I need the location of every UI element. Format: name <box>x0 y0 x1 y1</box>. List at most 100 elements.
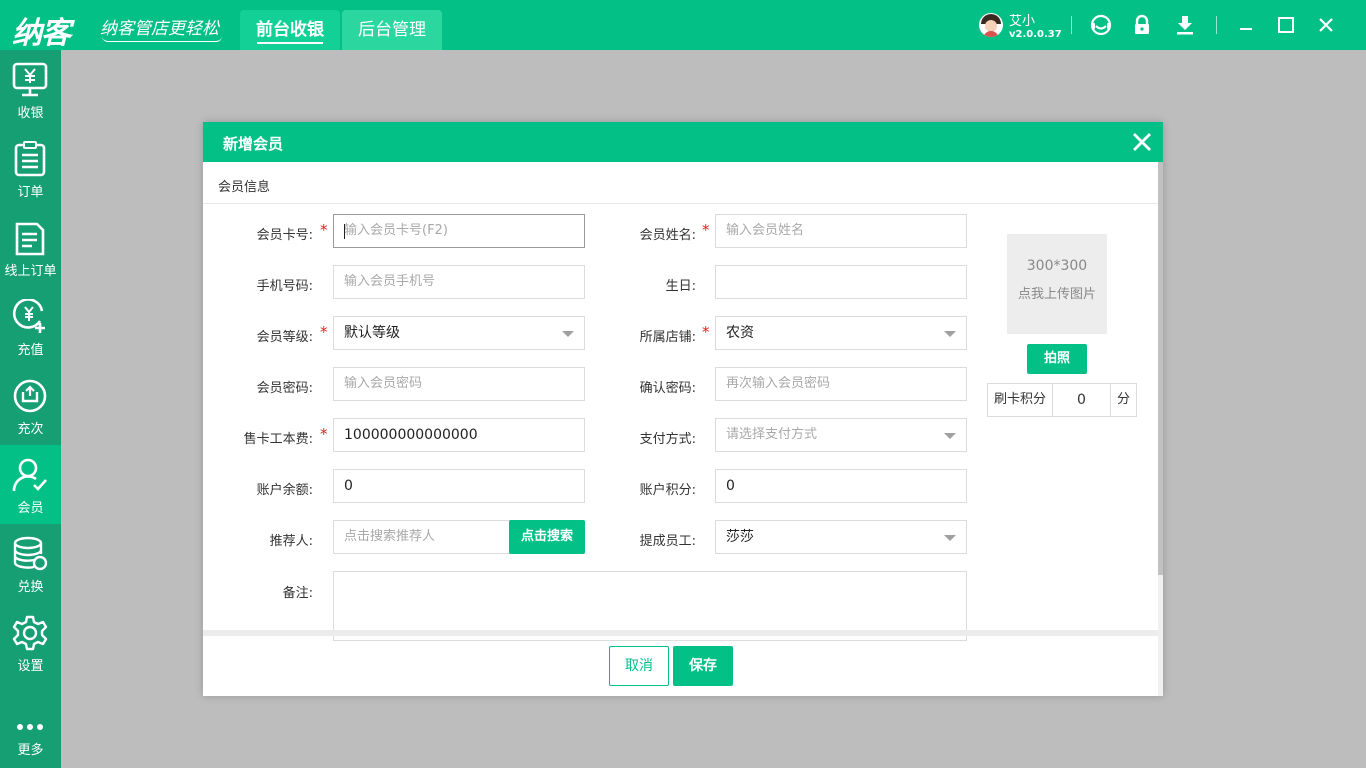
add-member-dialog: 新增会员 会员信息 会员卡号: * 输入会员卡号(F2) 会员姓名: * 输入会… <box>203 122 1163 696</box>
maximize-icon[interactable] <box>1274 13 1298 37</box>
sidebar-item-label: 充值 <box>17 343 44 358</box>
sidebar-item-settings[interactable]: 设置 <box>0 603 61 682</box>
sidebar-item-recharge[interactable]: 充值 <box>0 287 61 366</box>
member-level-select[interactable]: 默认等级 <box>333 316 585 350</box>
sidebar-item-more[interactable]: 更多 <box>0 689 61 768</box>
member-icon <box>12 458 47 492</box>
sidebar-item-label: 收银 <box>17 106 44 121</box>
sidebar-item-label: 订单 <box>17 185 44 200</box>
member-name-placeholder: 输入会员姓名 <box>726 223 805 238</box>
phone-input[interactable]: 输入会员手机号 <box>333 265 585 299</box>
payment-placeholder: 请选择支付方式 <box>726 427 818 442</box>
birthday-label: 生日: <box>665 279 696 294</box>
store-select[interactable]: 农资 <box>715 316 967 350</box>
birthday-input[interactable] <box>715 265 967 299</box>
password-placeholder: 输入会员密码 <box>344 376 423 391</box>
required-mark: * <box>702 221 710 239</box>
download-icon[interactable] <box>1173 13 1197 37</box>
confirm-password-input[interactable]: 再次输入会员密码 <box>715 367 967 401</box>
balance-input[interactable]: 0 <box>333 469 585 503</box>
exchange-icon <box>13 536 48 571</box>
chevron-down-icon <box>944 433 956 439</box>
sidebar-item-cashier[interactable]: 收银 <box>0 50 61 129</box>
points-value: 0 <box>726 478 735 494</box>
sidebar-item-order[interactable]: 订单 <box>0 129 61 208</box>
tab-front-cashier[interactable]: 前台收银 <box>240 10 340 50</box>
staff-select[interactable]: 莎莎 <box>715 520 967 554</box>
sidebar-item-label: 更多 <box>17 743 44 758</box>
recharge-times-icon <box>13 379 47 413</box>
online-order-icon <box>15 222 45 256</box>
user-avatar[interactable] <box>979 13 1003 37</box>
tab-backend-admin[interactable]: 后台管理 <box>342 10 442 50</box>
photo-upload[interactable]: 300*300 点我上传图片 <box>1007 234 1107 334</box>
section-title: 会员信息 <box>218 180 271 195</box>
recharge-icon <box>12 299 45 333</box>
user-name: 艾小 <box>1009 14 1036 29</box>
order-icon <box>14 141 46 177</box>
member-level-value: 默认等级 <box>344 325 400 341</box>
active-tab-underline <box>257 42 323 44</box>
required-mark: * <box>320 221 328 239</box>
app-logo: 纳客 <box>12 16 71 51</box>
slogan-underline <box>102 36 222 42</box>
chevron-down-icon <box>562 331 574 337</box>
sidebar-item-label: 兑换 <box>17 580 44 595</box>
card-fee-input[interactable]: 100000000000000 <box>333 418 585 452</box>
sidebar-item-exchange[interactable]: 兑换 <box>0 524 61 603</box>
referrer-input[interactable]: 点击搜索推荐人 <box>333 520 511 554</box>
dialog-header: 新增会员 <box>203 122 1163 162</box>
points-label: 账户积分: <box>639 483 696 498</box>
save-button[interactable]: 保存 <box>673 646 733 686</box>
referrer-placeholder: 点击搜索推荐人 <box>344 529 436 544</box>
divider <box>1216 16 1217 34</box>
swipe-points-label: 刷卡积分 <box>987 383 1053 417</box>
password-input[interactable]: 输入会员密码 <box>333 367 585 401</box>
sidebar-item-member[interactable]: 会员 <box>0 445 61 524</box>
member-level-label: 会员等级: <box>256 330 313 345</box>
memo-label: 备注: <box>282 586 313 601</box>
lock-icon[interactable] <box>1130 13 1154 37</box>
top-bar: 纳客 纳客管店更轻松 前台收银 后台管理 艾小 v2.0.0.37 <box>0 0 1366 51</box>
sidebar-item-label: 会员 <box>17 501 44 516</box>
sidebar-item-recharge-times[interactable]: 充次 <box>0 366 61 445</box>
balance-label: 账户余额: <box>256 483 313 498</box>
swipe-points-input[interactable]: 0 <box>1052 383 1111 417</box>
divider <box>203 203 1158 204</box>
store-label: 所属店铺: <box>639 330 696 345</box>
store-value: 农资 <box>726 325 754 341</box>
payment-select[interactable]: 请选择支付方式 <box>715 418 967 452</box>
card-fee-value: 100000000000000 <box>344 427 478 443</box>
photo-upload-hint: 点我上传图片 <box>1017 287 1096 302</box>
member-name-input[interactable]: 输入会员姓名 <box>715 214 967 248</box>
photo-size-hint: 300*300 <box>1026 258 1088 274</box>
sidebar-item-label: 充次 <box>17 422 44 437</box>
cancel-button[interactable]: 取消 <box>609 646 669 686</box>
balance-value: 0 <box>344 478 353 494</box>
take-photo-button[interactable]: 拍照 <box>1027 344 1087 374</box>
payment-label: 支付方式: <box>639 432 696 447</box>
confirm-password-label: 确认密码: <box>639 381 696 396</box>
confirm-password-placeholder: 再次输入会员密码 <box>726 376 831 391</box>
sidebar: 收银 订单 线上订单 充值 充次 会员 兑换 设置 更多 <box>0 50 61 768</box>
footer-divider <box>203 630 1158 636</box>
required-mark: * <box>320 425 328 443</box>
phone-label: 手机号码: <box>256 279 313 294</box>
minimize-icon[interactable] <box>1234 13 1258 37</box>
dialog-title: 新增会员 <box>223 135 284 153</box>
cashier-icon <box>12 62 48 97</box>
card-no-input[interactable]: 输入会员卡号(F2) <box>333 214 585 248</box>
dialog-close-icon[interactable] <box>1131 131 1153 153</box>
text-caret <box>344 224 345 239</box>
phone-placeholder: 输入会员手机号 <box>344 274 436 289</box>
divider <box>1071 16 1072 34</box>
sidebar-item-online-order[interactable]: 线上订单 <box>0 208 61 287</box>
settings-icon <box>12 615 48 651</box>
chevron-down-icon <box>944 535 956 541</box>
more-icon <box>17 724 43 730</box>
support-icon[interactable] <box>1089 13 1113 37</box>
dialog-scrollbar-thumb[interactable] <box>1158 162 1163 575</box>
search-referrer-button[interactable]: 点击搜索 <box>509 520 585 554</box>
close-icon[interactable] <box>1314 13 1338 37</box>
points-input[interactable]: 0 <box>715 469 967 503</box>
